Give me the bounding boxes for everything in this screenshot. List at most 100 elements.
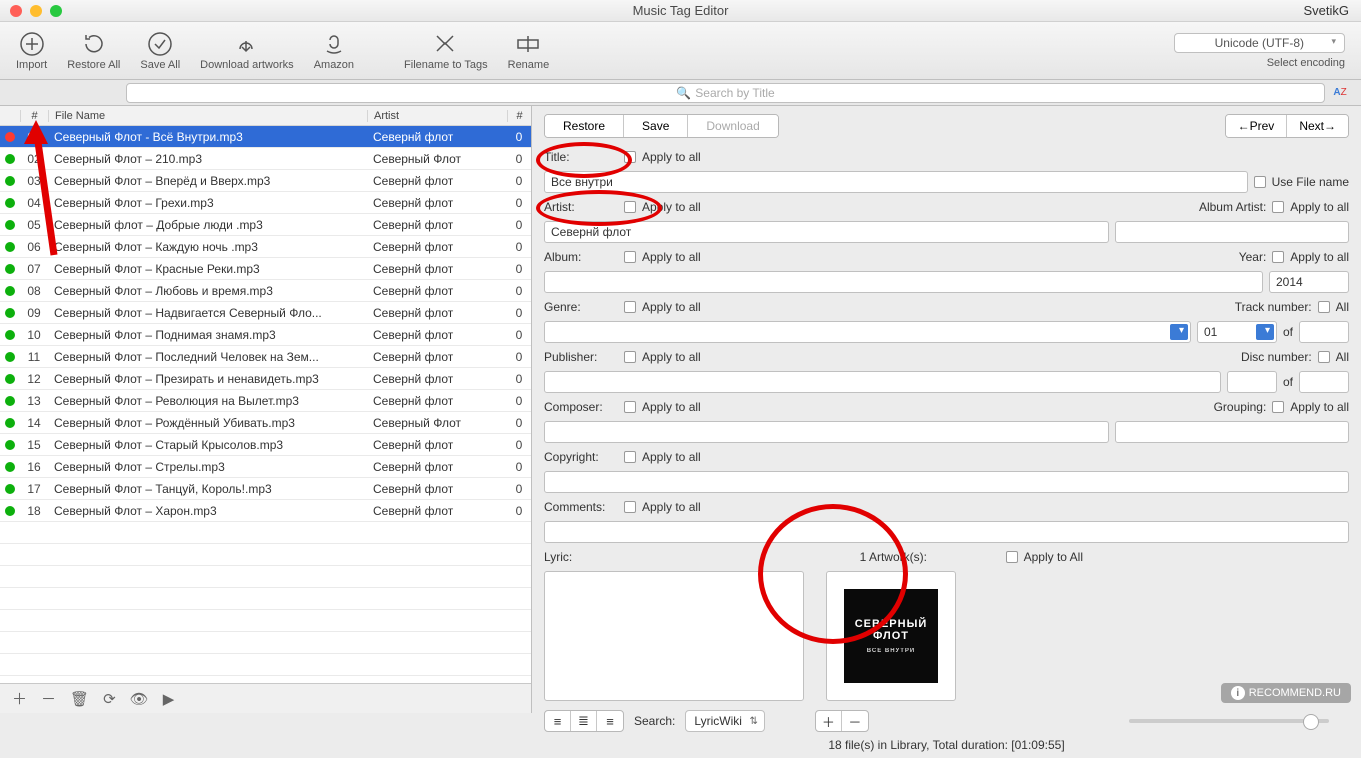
- col-artist[interactable]: Artist: [367, 110, 507, 122]
- genre-select[interactable]: [544, 321, 1191, 343]
- download-button[interactable]: Download: [688, 115, 777, 137]
- next-button[interactable]: Next→: [1287, 115, 1348, 137]
- row-file: Северный Флот – Революция на Вылет.mp3: [48, 394, 367, 408]
- table-row[interactable]: 12Северный Флот – Презирать и ненавидеть…: [0, 368, 531, 390]
- table-row[interactable]: 05Северный флот – Добрые люди .mp3Северн…: [0, 214, 531, 236]
- row-num: 07: [20, 262, 48, 276]
- import-button[interactable]: Import: [6, 29, 57, 73]
- composer-input[interactable]: [544, 421, 1109, 443]
- status-dot: [0, 264, 20, 274]
- table-row[interactable]: 13Северный Флот – Революция на Вылет.mp3…: [0, 390, 531, 412]
- reveal-button[interactable]: 👁: [130, 690, 149, 708]
- artwork-box[interactable]: СЕВЕРНЫЙ ФЛОТ ВСЕ ВНУТРИ: [826, 571, 956, 701]
- filename-to-tags-button[interactable]: Filename to Tags: [394, 29, 498, 73]
- table-row[interactable]: 02Северный Флот – 210.mp3Северный Флот0: [0, 148, 531, 170]
- table-row[interactable]: 01Северный Флот - Всё Внутри.mp3Севернй …: [0, 126, 531, 148]
- row-artist: Северный Флот: [367, 152, 507, 166]
- search-input[interactable]: 🔍 Search by Title: [126, 83, 1325, 103]
- grouping-input[interactable]: [1115, 421, 1349, 443]
- artist-input[interactable]: Севернй флот: [544, 221, 1109, 243]
- artwork-size-slider[interactable]: [1129, 719, 1329, 723]
- grouping-apply-checkbox[interactable]: [1272, 401, 1284, 413]
- remove-button[interactable]: －: [41, 688, 56, 709]
- table-row[interactable]: 03Северный Флот – Вперёд и Вверх.mp3Севе…: [0, 170, 531, 192]
- table-row[interactable]: 09Северный Флот – Надвигается Северный Ф…: [0, 302, 531, 324]
- disc-input[interactable]: [1227, 371, 1277, 393]
- table-row[interactable]: 07Северный Флот – Красные Реки.mp3Северн…: [0, 258, 531, 280]
- download-artworks-button[interactable]: Download artworks: [190, 29, 304, 73]
- year-apply-checkbox[interactable]: [1272, 251, 1284, 263]
- track-all-checkbox[interactable]: [1318, 301, 1330, 313]
- prev-button[interactable]: ←Prev: [1226, 115, 1288, 137]
- artist-label: Artist:: [544, 200, 618, 214]
- track-select[interactable]: 01: [1197, 321, 1277, 343]
- title-input[interactable]: Все внутри: [544, 171, 1248, 193]
- publisher-input[interactable]: [544, 371, 1221, 393]
- table-row[interactable]: 16Северный Флот – Стрелы.mp3Севернй флот…: [0, 456, 531, 478]
- artist-apply-checkbox[interactable]: [624, 201, 636, 213]
- add-button[interactable]: ＋: [12, 688, 27, 709]
- composer-apply-checkbox[interactable]: [624, 401, 636, 413]
- table-row[interactable]: 06Северный Флот – Каждую ночь .mp3Северн…: [0, 236, 531, 258]
- table-row-empty: [0, 610, 531, 632]
- album-artist-input[interactable]: [1115, 221, 1349, 243]
- disc-all-checkbox[interactable]: [1318, 351, 1330, 363]
- table-row[interactable]: 08Северный Флот – Любовь и время.mp3Севе…: [0, 280, 531, 302]
- table-row[interactable]: 14Северный Флот – Рождённый Убивать.mp3С…: [0, 412, 531, 434]
- album-input[interactable]: [544, 271, 1263, 293]
- comments-apply-checkbox[interactable]: [624, 501, 636, 513]
- artwork-remove-icon[interactable]: －: [842, 711, 868, 731]
- album-apply-checkbox[interactable]: [624, 251, 636, 263]
- save-button[interactable]: Save: [624, 115, 688, 137]
- table-row[interactable]: 18Северный Флот – Харон.mp3Севернй флот0: [0, 500, 531, 522]
- album-artist-apply-checkbox[interactable]: [1272, 201, 1284, 213]
- status-dot: [0, 440, 20, 450]
- encoding-select[interactable]: Unicode (UTF-8): [1174, 33, 1345, 53]
- use-file-name-checkbox[interactable]: [1254, 176, 1266, 188]
- publisher-apply-checkbox[interactable]: [624, 351, 636, 363]
- col-file[interactable]: File Name: [48, 110, 367, 122]
- restore-all-button[interactable]: Restore All: [57, 29, 130, 73]
- genre-apply-checkbox[interactable]: [624, 301, 636, 313]
- row-trk: 0: [507, 240, 531, 254]
- table-row[interactable]: 17Северный Флот – Танцуй, Король!.mp3Сев…: [0, 478, 531, 500]
- lyric-source-select[interactable]: LyricWiki: [685, 710, 765, 732]
- table-row[interactable]: 04Северный Флот – Грехи.mp3Севернй флот0: [0, 192, 531, 214]
- list-body[interactable]: 01Северный Флот - Всё Внутри.mp3Севернй …: [0, 126, 531, 683]
- artwork-apply-label: Apply to All: [1024, 550, 1083, 564]
- disc-label: Disc number:: [1241, 350, 1312, 364]
- artwork-add-icon[interactable]: ＋: [816, 711, 842, 731]
- table-row[interactable]: 10Северный Флот – Поднимая знамя.mp3Севе…: [0, 324, 531, 346]
- disc-total-input[interactable]: [1299, 371, 1349, 393]
- row-file: Северный Флот – Танцуй, Король!.mp3: [48, 482, 367, 496]
- copyright-apply-checkbox[interactable]: [624, 451, 636, 463]
- status-dot: [0, 154, 20, 164]
- rename-button[interactable]: Rename: [498, 29, 560, 73]
- row-trk: 0: [507, 196, 531, 210]
- sort-button[interactable]: AZ: [1331, 84, 1349, 102]
- align-center-icon[interactable]: ≣: [571, 711, 597, 731]
- align-right-icon[interactable]: ≡: [597, 711, 623, 731]
- align-left-icon[interactable]: ≡: [545, 711, 571, 731]
- play-button[interactable]: ▶: [163, 690, 175, 708]
- year-input[interactable]: 2014: [1269, 271, 1349, 293]
- genre-apply-label: Apply to all: [642, 300, 701, 314]
- artwork-apply-checkbox[interactable]: [1006, 551, 1018, 563]
- col-trk[interactable]: #: [507, 110, 531, 122]
- track-total-input[interactable]: [1299, 321, 1349, 343]
- row-file: Северный Флот – Презирать и ненавидеть.m…: [48, 372, 367, 386]
- lyric-textarea[interactable]: [544, 571, 804, 701]
- save-all-button[interactable]: Save All: [130, 29, 190, 73]
- restore-button[interactable]: Restore: [545, 115, 624, 137]
- refresh-button[interactable]: ⟳: [103, 690, 116, 708]
- amazon-button[interactable]: Amazon: [304, 29, 364, 73]
- row-file: Северный Флот – Последний Человек на Зем…: [48, 350, 367, 364]
- comments-input[interactable]: [544, 521, 1349, 543]
- copyright-input[interactable]: [544, 471, 1349, 493]
- status-dot: [0, 506, 20, 516]
- col-num[interactable]: #: [20, 110, 48, 122]
- title-apply-checkbox[interactable]: [624, 151, 636, 163]
- trash-button[interactable]: 🗑: [70, 690, 89, 708]
- table-row[interactable]: 11Северный Флот – Последний Человек на З…: [0, 346, 531, 368]
- table-row[interactable]: 15Северный Флот – Старый Крысолов.mp3Сев…: [0, 434, 531, 456]
